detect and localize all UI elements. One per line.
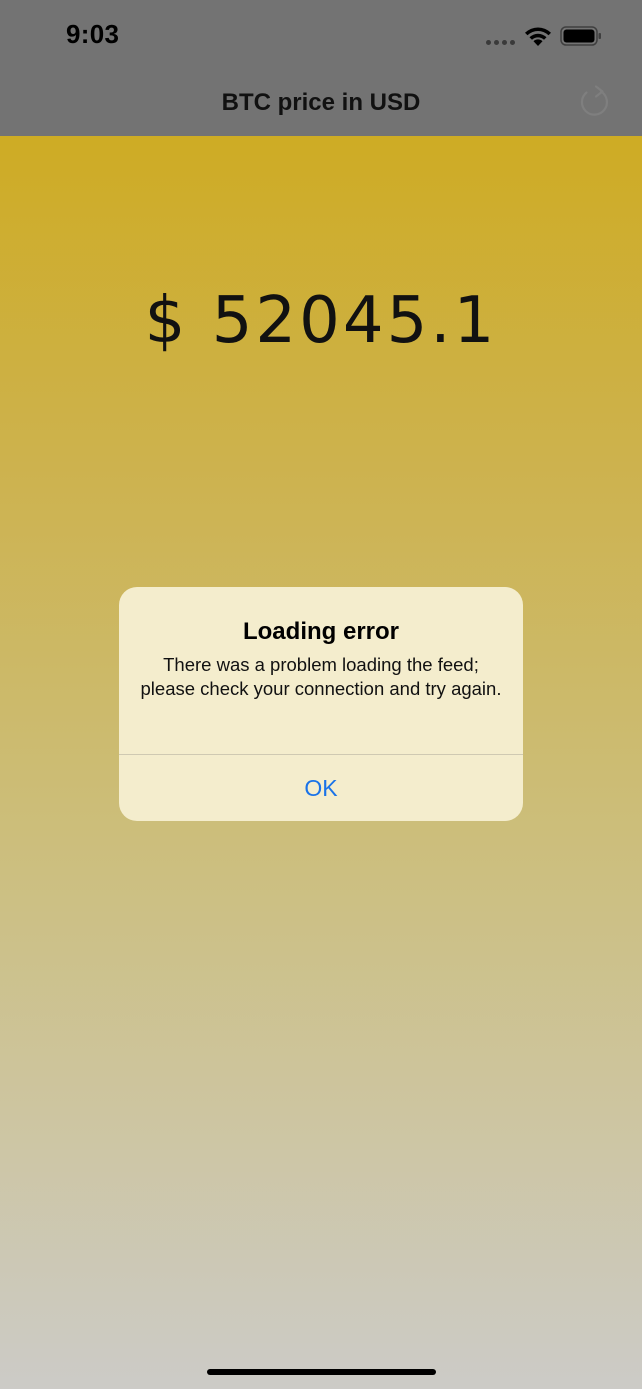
battery-icon	[560, 26, 601, 46]
refresh-icon[interactable]	[577, 84, 613, 120]
alert-title: Loading error	[242, 618, 399, 645]
signal-dots-icon	[486, 40, 515, 45]
ok-button[interactable]: OK	[119, 755, 523, 821]
wifi-icon	[525, 27, 551, 46]
home-indicator[interactable]	[207, 1369, 436, 1375]
error-alert-dialog: Loading error There was a problem loadin…	[119, 587, 523, 821]
navigation-bar: 9:03 BTC price in USD	[0, 0, 642, 136]
alert-message: There was a problem loading the feed; pl…	[140, 654, 502, 699]
status-time: 9:03	[66, 19, 120, 49]
btc-price-value: $ 52045.1	[144, 284, 498, 358]
page-title: BTC price in USD	[221, 89, 421, 116]
